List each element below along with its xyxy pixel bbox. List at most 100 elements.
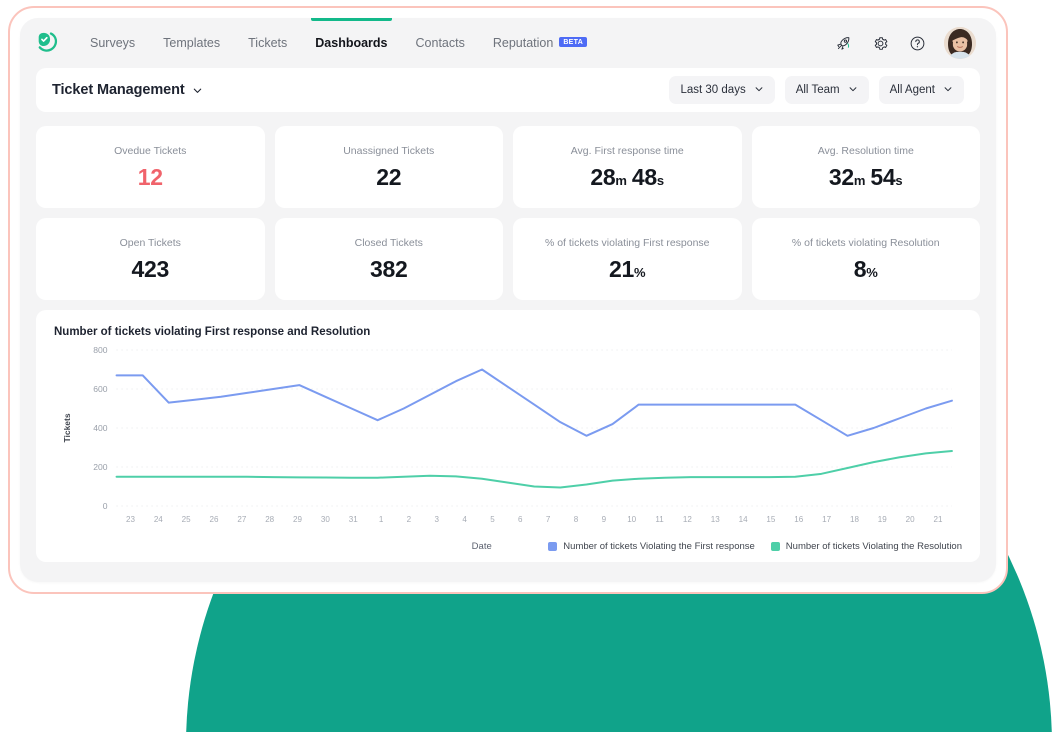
chart-xaxis-label: Date: [471, 541, 492, 552]
nav-item-label: Tickets: [248, 36, 288, 50]
nav-item-dashboards[interactable]: Dashboards: [301, 18, 401, 68]
kpi-label: % of tickets violating First response: [544, 237, 710, 250]
nav-item-label: Surveys: [90, 36, 136, 50]
svg-text:16: 16: [794, 515, 803, 524]
kpi-value: 12: [138, 165, 163, 189]
svg-text:Tickets: Tickets: [62, 413, 72, 442]
svg-text:1: 1: [379, 515, 384, 524]
legend-swatch: [770, 542, 780, 551]
chevron-down-icon: [848, 84, 858, 97]
rocket-icon[interactable]: [833, 33, 853, 53]
svg-text:200: 200: [93, 462, 108, 472]
svg-text:7: 7: [546, 515, 551, 524]
chevron-down-icon[interactable]: [192, 85, 203, 96]
svg-text:28: 28: [265, 515, 274, 524]
svg-text:0: 0: [103, 501, 108, 511]
kpi-unit: m: [615, 172, 627, 188]
gear-icon[interactable]: [870, 33, 890, 53]
kpi-label: Ovedue Tickets: [114, 145, 187, 158]
svg-text:5: 5: [490, 515, 495, 524]
kpi-value: 21%: [608, 255, 646, 282]
kpi-grid-row-1: Ovedue Tickets 12 Unassigned Tickets 22 …: [36, 126, 980, 208]
svg-text:10: 10: [627, 515, 636, 524]
nav-item-label: Dashboards: [315, 36, 388, 50]
kpi-value: 8%: [853, 255, 878, 282]
dashboard-filters: Last 30 days All Team All Agent: [669, 76, 964, 104]
svg-text:13: 13: [711, 515, 720, 524]
chart-legend: Number of tickets Violating the First re…: [548, 541, 962, 552]
kpi-overdue-tickets[interactable]: Ovedue Tickets 12: [36, 126, 265, 208]
kpi-number: 28: [590, 163, 616, 190]
nav-item-templates[interactable]: Templates: [149, 18, 234, 68]
legend-swatch: [548, 542, 558, 551]
filter-label: All Agent: [889, 84, 935, 96]
date-range-filter[interactable]: Last 30 days: [669, 76, 775, 104]
leaf-check-logo-icon[interactable]: [32, 28, 62, 58]
legend-label: Number of tickets Violating the First re…: [563, 541, 755, 552]
nav-item-surveys[interactable]: Surveys: [76, 18, 149, 68]
svg-text:30: 30: [321, 515, 330, 524]
kpi-unassigned-tickets[interactable]: Unassigned Tickets 22: [274, 126, 503, 208]
svg-text:20: 20: [906, 515, 915, 524]
legend-item-first-response[interactable]: Number of tickets Violating the First re…: [548, 541, 755, 552]
svg-text:27: 27: [237, 515, 246, 524]
app-window: Surveys Templates Tickets Dashboards Con…: [20, 18, 996, 582]
legend-item-resolution[interactable]: Number of tickets Violating the Resoluti…: [770, 541, 962, 552]
chevron-down-icon: [943, 84, 953, 97]
svg-text:8: 8: [574, 515, 579, 524]
svg-text:600: 600: [93, 384, 108, 394]
user-avatar[interactable]: [944, 27, 976, 59]
nav-item-label: Reputation: [492, 36, 554, 50]
kpi-pct-violating-resolution[interactable]: % of tickets violating Resolution 8%: [751, 218, 980, 300]
kpi-pct-violating-first-response[interactable]: % of tickets violating First response 21…: [513, 218, 742, 300]
svg-text:12: 12: [683, 515, 692, 524]
page-title: Ticket Management: [52, 82, 185, 98]
chart-title: Number of tickets violating First respon…: [54, 326, 371, 338]
svg-text:25: 25: [182, 515, 191, 524]
svg-text:21: 21: [934, 515, 943, 524]
kpi-label: Closed Tickets: [354, 237, 423, 250]
nav-item-tickets[interactable]: Tickets: [234, 18, 301, 68]
agent-filter[interactable]: All Agent: [878, 76, 964, 104]
kpi-unit: m: [853, 172, 866, 188]
nav-right-actions: [833, 27, 976, 59]
nav-item-contacts[interactable]: Contacts: [402, 18, 479, 68]
svg-text:14: 14: [739, 515, 748, 524]
nav-item-label: Templates: [163, 36, 221, 50]
kpi-number: 21: [608, 255, 634, 282]
kpi-unit-secondary: s: [656, 172, 665, 188]
team-filter[interactable]: All Team: [784, 76, 869, 104]
kpi-closed-tickets[interactable]: Closed Tickets 382: [274, 218, 503, 300]
svg-text:4: 4: [462, 515, 467, 524]
kpi-avg-resolution-time[interactable]: Avg. Resolution time 32m 54s: [751, 126, 980, 208]
kpi-value: 423: [131, 255, 170, 282]
svg-text:3: 3: [435, 515, 440, 524]
kpi-avg-first-response-time[interactable]: Avg. First response time 28m 48s: [513, 126, 742, 208]
svg-text:400: 400: [93, 423, 108, 433]
svg-text:15: 15: [766, 515, 775, 524]
nav-links: Surveys Templates Tickets Dashboards Con…: [76, 18, 601, 68]
kpi-unit: %: [866, 264, 878, 280]
kpi-number: 8: [853, 255, 867, 282]
kpi-label: Open Tickets: [119, 237, 181, 250]
dashboard-content: Ticket Management Last 30 days All Team …: [20, 68, 996, 578]
filter-label: All Team: [795, 84, 840, 96]
kpi-label: % of tickets violating Resolution: [791, 237, 940, 250]
svg-text:11: 11: [655, 515, 664, 524]
help-icon[interactable]: [907, 33, 927, 53]
kpi-label: Avg. First response time: [570, 145, 684, 158]
nav-item-reputation[interactable]: Reputation BETA: [479, 18, 601, 68]
svg-text:2: 2: [407, 515, 412, 524]
chart-card: Number of tickets violating First respon…: [36, 310, 980, 562]
kpi-open-tickets[interactable]: Open Tickets 423: [36, 218, 265, 300]
kpi-label: Unassigned Tickets: [343, 145, 435, 158]
svg-text:18: 18: [850, 515, 859, 524]
svg-text:9: 9: [602, 515, 607, 524]
screenshot-stage: Surveys Templates Tickets Dashboards Con…: [0, 0, 1060, 732]
kpi-value: 382: [370, 257, 408, 281]
kpi-number: 423: [131, 255, 170, 282]
line-chart[interactable]: 0 200 400 600 800 Tickets 23 24 25 26 27 28 29 30 31 1 2…: [54, 344, 962, 540]
kpi-value: 22: [376, 163, 402, 190]
svg-text:23: 23: [126, 515, 135, 524]
kpi-number: 22: [376, 163, 402, 190]
